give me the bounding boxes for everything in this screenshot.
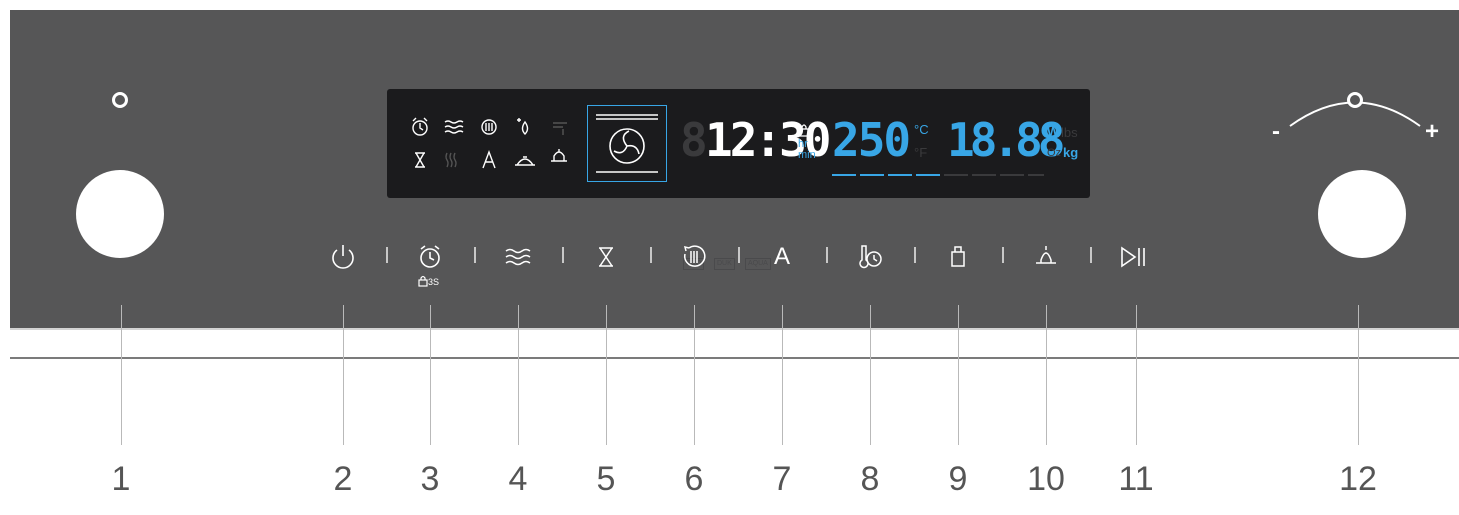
callout-3: 3 xyxy=(420,460,440,498)
convection-icon xyxy=(481,119,497,135)
light-icon xyxy=(1036,246,1056,264)
probe-button[interactable] xyxy=(853,240,887,274)
function-knob[interactable] xyxy=(76,170,164,258)
leader-line-3 xyxy=(430,305,431,445)
temp-bars xyxy=(832,174,1044,176)
separator xyxy=(386,247,388,263)
separator xyxy=(474,247,476,263)
callout-12: 12 xyxy=(1339,460,1377,498)
weight-unit-w: W xyxy=(1047,124,1060,139)
steam-icon xyxy=(553,122,567,135)
adjust-knob[interactable] xyxy=(1318,170,1406,258)
timer-icon xyxy=(420,245,440,268)
callout-2: 2 xyxy=(333,460,353,498)
warm-icon xyxy=(445,152,457,168)
grill-icon xyxy=(444,120,464,134)
key-lock-hint: 3S xyxy=(418,275,439,287)
callout-7: 7 xyxy=(772,460,792,498)
steam-button[interactable] xyxy=(941,240,975,274)
time-unit-min: min xyxy=(798,149,816,161)
right-knob-indicator xyxy=(1347,92,1363,108)
hourglass-icon xyxy=(599,247,613,267)
power-icon xyxy=(332,245,354,269)
timer-icon xyxy=(412,117,428,136)
leader-line-6 xyxy=(694,305,695,445)
callout-9: 9 xyxy=(948,460,968,498)
leader-line-4 xyxy=(518,305,519,445)
temp-unit-c: °C xyxy=(914,122,929,137)
pizza-icon xyxy=(515,156,535,166)
display-screen: 8 12:30 hr min ECO DUK AQUA 250 °C °F 18… xyxy=(387,89,1090,270)
left-knob-indicator xyxy=(112,92,128,108)
leader-line-12 xyxy=(1358,305,1359,445)
minus-sign: - xyxy=(1272,118,1280,145)
separator xyxy=(1002,247,1004,263)
auto-button[interactable]: A xyxy=(765,240,799,274)
convection-button[interactable] xyxy=(677,240,711,274)
separator xyxy=(914,247,916,263)
defrost-icon xyxy=(517,118,529,135)
light-button[interactable] xyxy=(1029,240,1063,274)
duration-button[interactable] xyxy=(589,240,623,274)
light-icon xyxy=(551,149,567,162)
weight-unit-oz: Oz xyxy=(1047,147,1062,159)
timer-button[interactable] xyxy=(413,240,447,274)
auto-icon xyxy=(482,150,496,169)
separator xyxy=(738,247,740,263)
auto-icon: A xyxy=(773,243,790,270)
panel-trim xyxy=(10,328,1459,359)
hourglass-icon xyxy=(415,152,425,168)
callout-5: 5 xyxy=(596,460,616,498)
power-button[interactable] xyxy=(326,240,360,274)
weight-unit-kg: kg xyxy=(1063,145,1079,160)
display-function-icons xyxy=(412,117,567,169)
convection-icon xyxy=(683,245,706,267)
leader-line-11 xyxy=(1136,305,1137,445)
fan-mode-box xyxy=(587,105,667,182)
temperature-readout: 250 xyxy=(832,113,911,167)
leader-line-9 xyxy=(958,305,959,445)
separator xyxy=(562,247,564,263)
leader-line-10 xyxy=(1046,305,1047,445)
play-pause-icon xyxy=(1121,246,1145,268)
callout-4: 4 xyxy=(508,460,528,498)
leader-line-2 xyxy=(343,305,344,445)
separator xyxy=(650,247,652,263)
lock-icon xyxy=(799,124,809,137)
temp-unit-f: °F xyxy=(914,145,928,160)
leader-line-7 xyxy=(782,305,783,445)
callout-10: 10 xyxy=(1027,460,1065,498)
probe-icon xyxy=(859,245,882,269)
grill-icon xyxy=(505,248,531,266)
weight-readout: 18.88 xyxy=(947,113,1066,167)
callout-11: 11 xyxy=(1118,460,1154,498)
leader-line-8 xyxy=(870,305,871,445)
separator xyxy=(826,247,828,263)
separator xyxy=(1090,247,1092,263)
callout-1: 1 xyxy=(111,460,131,498)
weight-unit-lbs: lbs xyxy=(1061,125,1078,140)
lock-icon xyxy=(418,275,428,287)
plus-sign: + xyxy=(1425,118,1440,145)
grill-button[interactable] xyxy=(501,240,535,274)
leader-line-5 xyxy=(606,305,607,445)
leader-line-1 xyxy=(121,305,122,445)
fan-icon xyxy=(596,114,658,173)
mode-tag-duk: DUK xyxy=(714,258,735,270)
steam-icon xyxy=(951,246,965,267)
callout-6: 6 xyxy=(684,460,704,498)
time-ghost-digit: 8 xyxy=(680,113,708,167)
callout-8: 8 xyxy=(860,460,880,498)
start-pause-button[interactable] xyxy=(1117,240,1151,274)
